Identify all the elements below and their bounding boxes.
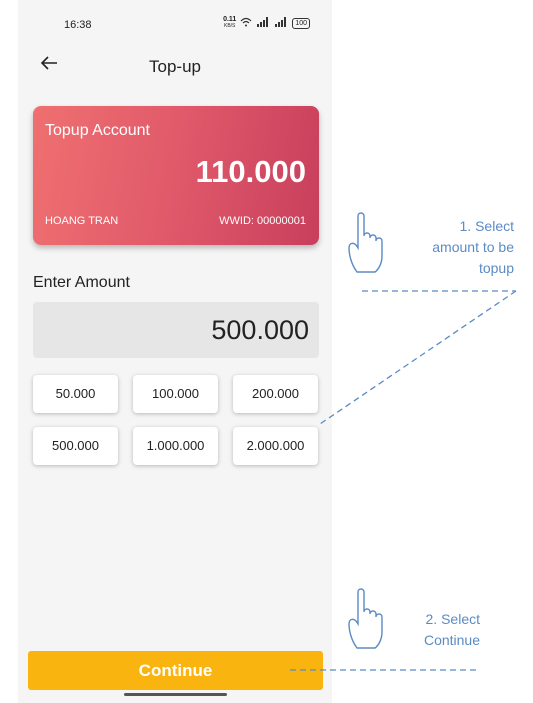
pointing-hand-icon (348, 212, 383, 273)
pointing-hand-icon-2 (348, 588, 383, 649)
annotation-note-1: 1. Select amount to be topup (432, 218, 514, 276)
annotation-note-2: 2. Select Continue (423, 611, 480, 648)
annotation-guides (290, 290, 517, 671)
